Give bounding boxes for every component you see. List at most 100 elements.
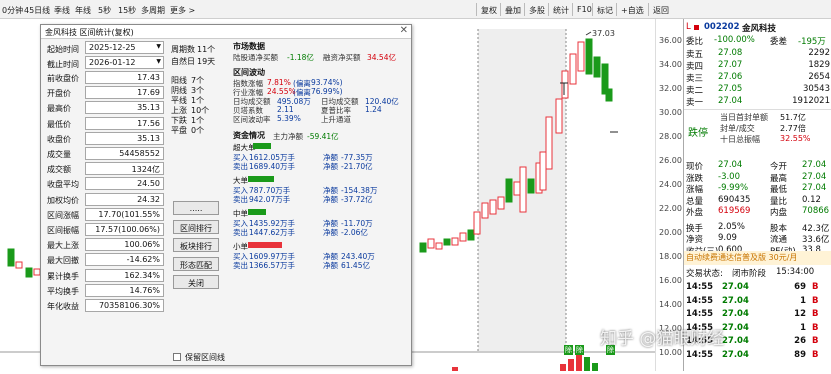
tick-price: 27.04 (722, 349, 749, 360)
start-time-field[interactable]: 2025-12-25 ▼ (85, 41, 164, 54)
back-button[interactable]: 返回 (648, 3, 673, 16)
candle (467, 229, 475, 241)
stat-label: 区间涨幅 (47, 210, 79, 220)
main-net-value: -59.41亿 (307, 132, 339, 141)
tick-side: B (812, 336, 819, 346)
tab-season[interactable]: 季线 (54, 5, 70, 16)
tab-year[interactable]: 年线 (75, 5, 91, 16)
range-rank-button[interactable]: 区间排行 (173, 219, 219, 234)
stat-value-field[interactable]: 17.69 (85, 86, 164, 100)
net-value: -37.72亿 (341, 195, 373, 204)
trade-status-row: 交易状态: 闭市阶段 15:34:00 (686, 267, 815, 279)
stat-label: 成交量 (47, 150, 71, 159)
stat-value-field[interactable]: -14.62% (85, 253, 164, 267)
tick-side: B (812, 322, 819, 333)
tick-price: 27.04 (722, 282, 749, 292)
stat-row: 涨跌 -3.00 最高 27.04 (684, 171, 831, 184)
ex-rights-marker-1[interactable]: 除 (564, 345, 573, 355)
stat-label: 开盘价 (47, 89, 71, 99)
stats-button[interactable]: 统计 (548, 3, 573, 16)
tab-multi-period[interactable]: 多周期 (141, 5, 165, 16)
multi-stock-button[interactable]: 多股 (524, 3, 549, 16)
net-label: 净额 (323, 195, 338, 204)
tab-more[interactable]: 更多 > (170, 5, 195, 16)
fund-bar (248, 242, 282, 248)
stat-value-field[interactable]: 70358106.30% (85, 299, 164, 312)
range-stats-dialog: 金风科技 区间统计(复权) ✕ 起始时间 2025-12-25 ▼ 截止时间 20… (40, 24, 412, 366)
ask-price: 27.08 (718, 48, 743, 58)
ellipsis-button[interactable]: ..... (173, 201, 219, 215)
dialog-title: 金风科技 区间统计(复权) (45, 28, 134, 37)
stat-value-field[interactable]: 24.32 (85, 192, 164, 206)
northbound-label: 陆股通净买额 (233, 53, 278, 62)
sell-value: 1366.57万手 (249, 261, 296, 270)
sell-value: 1447.62万手 (249, 228, 296, 237)
limit-down-label: 跌停 (688, 128, 708, 139)
net-value: -2.06亿 (341, 228, 368, 237)
overlay-button[interactable]: 叠加 (500, 3, 525, 16)
sector-rank-button[interactable]: 板块排行 (173, 238, 219, 252)
tab-0min[interactable]: 0分钟 (2, 5, 23, 16)
ex-rights-marker-2[interactable]: 除 (575, 345, 584, 355)
end-time-field[interactable]: 2026-01-12 ▼ (85, 56, 164, 69)
stat-label: 平均换手 (47, 286, 79, 296)
pattern-match-button[interactable]: 形态匹配 (173, 256, 219, 271)
stock-code: 002202 (704, 22, 740, 32)
stat-value-field[interactable]: 17.56 (85, 116, 164, 130)
stat-label: 最大回撤 (47, 256, 79, 266)
high-price-pointer (585, 31, 592, 36)
watermark: 知乎 @猫眼财经 (600, 329, 725, 349)
limit-info-label: 十日总振幅 (720, 135, 760, 144)
close-icon[interactable]: ✕ (400, 25, 408, 36)
limit-info-value: 2.77倍 (780, 124, 806, 133)
stat-label: 年化收益 (47, 302, 79, 311)
tab-5s[interactable]: 5秒 (98, 5, 111, 16)
stat-label: 外盘 (686, 208, 704, 218)
ask-price: 27.07 (718, 60, 743, 70)
tick-volume: 1 (800, 322, 806, 333)
stat-value-field[interactable]: 35.13 (85, 131, 164, 145)
stat-label: 最高价 (47, 104, 71, 114)
promo-bar[interactable]: 自动续费通达信普及版 30元/月 (684, 251, 831, 265)
stat-value-field[interactable]: 162.34% (85, 268, 164, 282)
candle (427, 238, 435, 249)
stat-value-field[interactable]: 14.76% (85, 283, 164, 297)
tick-volume: 69 (794, 282, 806, 292)
candle (539, 151, 547, 191)
dialog-title-bar: 金风科技 区间统计(复权) ✕ (41, 25, 411, 39)
stat-value-field[interactable]: 35.13 (85, 101, 164, 115)
keep-range-checkbox[interactable] (173, 353, 181, 361)
axis-tick-label: 14.00 (659, 300, 682, 309)
ask-row: 卖四 27.07 1829 (684, 59, 831, 72)
axis-tick-label: 22.00 (659, 204, 682, 213)
stat-value-field[interactable]: 100.06% (85, 238, 164, 252)
stat-row: 现价 27.04 今开 27.04 (684, 159, 831, 172)
add-watchlist-button[interactable]: +自选 (616, 3, 648, 16)
stat-value: 619569 (718, 206, 751, 216)
stat-value-field[interactable]: 17.57(100.06%) (85, 223, 164, 236)
candle (489, 199, 497, 215)
candle (519, 166, 527, 213)
stat-value-field[interactable]: 54458552 (85, 147, 164, 160)
tick-volume: 12 (794, 309, 806, 319)
ask-row: 卖二 27.05 30543 (684, 83, 831, 96)
stat-value-field[interactable]: 17.43 (85, 71, 164, 84)
stat-value-field[interactable]: 1324亿 (85, 162, 164, 176)
volume-bar (560, 364, 566, 371)
fund-bar (248, 209, 266, 215)
stat-label: 加权均价 (47, 195, 79, 205)
dropdown-icon: ▼ (156, 43, 161, 50)
fluct-label: 上升通道 (321, 115, 351, 124)
stat-value-field[interactable]: 17.70(101.55% (85, 207, 164, 221)
axis-tick-label: 20.00 (659, 228, 682, 237)
restore-rights-button[interactable]: 复权 (476, 3, 501, 16)
axis-tick-label: 28.00 (659, 132, 682, 141)
stat-row: 换手 2.05% 股本 42.3亿 (684, 221, 831, 234)
stat-row: 涨幅 -9.99% 最低 27.04 (684, 182, 831, 195)
tab-15s[interactable]: 15秒 (118, 5, 136, 16)
mark-button[interactable]: 标记 (592, 3, 617, 16)
tab-45day[interactable]: 45日线 (24, 5, 50, 16)
candle (435, 242, 443, 250)
stat-value-field[interactable]: 24.50 (85, 177, 164, 191)
close-button[interactable]: 关闭 (173, 275, 219, 289)
